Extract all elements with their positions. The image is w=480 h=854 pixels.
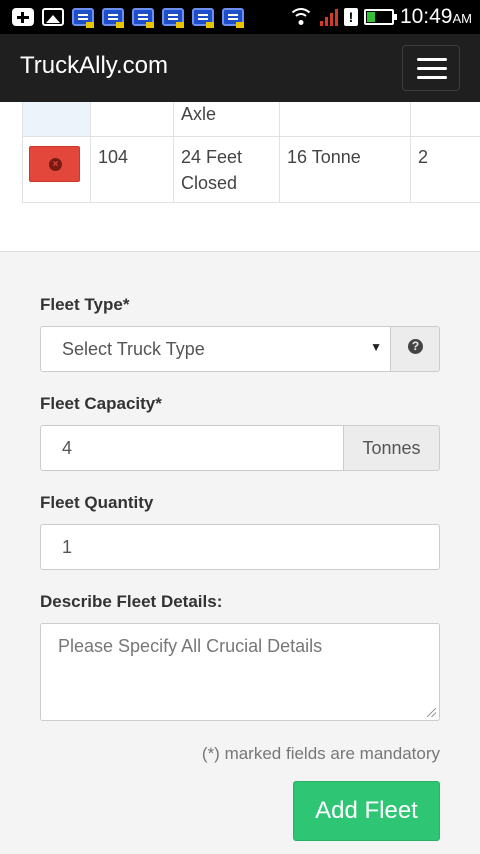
table-cell	[91, 102, 174, 136]
message-icon	[162, 8, 184, 28]
fleet-type-label: Fleet Type*	[40, 295, 130, 314]
fleet-capacity-label: Fleet Capacity*	[40, 394, 162, 413]
battery-icon	[363, 9, 397, 25]
fleet-details-label: Describe Fleet Details:	[40, 592, 223, 611]
question-icon: ?	[408, 339, 423, 354]
image-icon	[42, 8, 64, 26]
message-icon	[192, 8, 214, 28]
top-navbar: TruckAlly.com	[0, 34, 480, 102]
capacity-unit-addon: Tonnes	[343, 425, 440, 471]
remove-icon: ×	[49, 158, 62, 171]
fleet-type-select[interactable]: Select Truck Type ▼	[40, 326, 391, 372]
fleet-capacity-input[interactable]: 4	[40, 425, 344, 471]
signal-icon	[319, 8, 338, 26]
table-cell: 104	[91, 136, 174, 203]
fleet-capacity-value: 4	[62, 438, 73, 458]
brand-logo[interactable]: TruckAlly.com	[20, 52, 168, 80]
fleet-type: 24 Feet Closed	[181, 147, 243, 193]
table-cell: 24 Feet Closed	[174, 136, 280, 203]
fleet-quantity-value: 1	[62, 537, 73, 557]
add-icon	[12, 8, 34, 26]
table-cell: ×	[22, 136, 91, 203]
fleet-id: 104	[98, 147, 129, 167]
delete-fleet-button[interactable]: ×	[29, 146, 80, 182]
table-cell	[22, 102, 91, 136]
alert-icon: !	[343, 8, 358, 26]
table-cell: Axle	[174, 102, 280, 136]
message-icon	[132, 8, 154, 28]
resize-grip-icon[interactable]	[427, 708, 436, 717]
fleet-quantity-input[interactable]: 1	[40, 524, 440, 570]
fleet-type-help-button[interactable]: ?	[390, 326, 440, 372]
table-cell: 2	[411, 136, 480, 203]
table-cell	[280, 102, 411, 136]
clock: 10:49AM	[399, 5, 472, 28]
fleet-type-selected: Select Truck Type	[62, 339, 205, 359]
add-fleet-button[interactable]: Add Fleet	[293, 781, 440, 841]
message-icon	[102, 8, 124, 28]
message-icon	[72, 8, 94, 28]
table-cell	[411, 102, 480, 136]
fleet-details-textarea[interactable]: Please Specify All Crucial Details	[40, 623, 440, 721]
fleet-quantity: 2	[418, 147, 429, 167]
caret-down-icon: ▼	[370, 340, 382, 354]
message-icon	[222, 8, 244, 28]
fleet-table-card: Axle × 104 24 Feet Closed 16 Tonne 2	[0, 102, 480, 252]
system-indicators: ! 10:49AM	[287, 4, 472, 30]
table-cell: 16 Tonne	[280, 136, 411, 203]
fleet-capacity: 16 Tonne	[287, 147, 361, 167]
fleet-details-placeholder: Please Specify All Crucial Details	[58, 636, 323, 656]
fleet-table: Axle × 104 24 Feet Closed 16 Tonne 2	[22, 102, 480, 203]
notification-icons	[12, 6, 244, 28]
hamburger-menu-icon[interactable]	[402, 45, 460, 91]
fleet-type-fragment: Axle	[181, 104, 217, 124]
status-bar: ! 10:49AM	[0, 0, 480, 34]
wifi-icon	[287, 8, 314, 26]
fleet-quantity-label: Fleet Quantity	[40, 493, 154, 512]
mandatory-note: (*) marked fields are mandatory	[201, 744, 440, 763]
